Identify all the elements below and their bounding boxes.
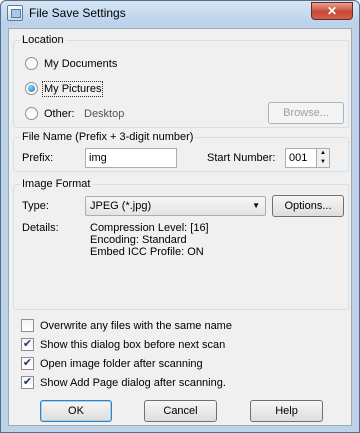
dialog-window: File Save Settings ✕ Location My Documen… (0, 0, 360, 433)
cancel-button[interactable]: Cancel (144, 400, 217, 422)
location-group-title: Location (20, 33, 66, 47)
file-name-group-title: File Name (Prefix + 3-digit number) (20, 130, 196, 144)
overwrite-checkbox[interactable] (21, 319, 34, 332)
help-button[interactable]: Help (250, 400, 323, 422)
my-pictures-radio[interactable] (25, 82, 38, 95)
app-icon (7, 5, 23, 21)
open-folder-checkbox[interactable]: ✔ (21, 357, 34, 370)
prefix-label: Prefix: (22, 152, 54, 164)
dialog-body: Location My Documents My Pictures Other:… (8, 28, 352, 426)
chevron-down-icon: ▼ (252, 201, 260, 210)
title-bar[interactable]: File Save Settings ✕ (1, 1, 359, 25)
options-button[interactable]: Options... (272, 195, 344, 217)
type-label: Type: (22, 200, 49, 212)
overwrite-label[interactable]: Overwrite any files with the same name (40, 319, 232, 333)
ok-button[interactable]: OK (40, 400, 112, 422)
open-folder-label[interactable]: Open image folder after scanning (40, 357, 203, 371)
my-pictures-label[interactable]: My Pictures (42, 81, 104, 97)
location-group: Location My Documents My Pictures Other:… (13, 33, 349, 128)
start-number-stepper[interactable]: ▲ ▼ (316, 148, 330, 168)
other-path-text: Desktop (84, 108, 125, 120)
browse-button[interactable]: Browse... (268, 102, 344, 124)
start-number-label: Start Number: (207, 152, 276, 164)
type-select[interactable]: JPEG (*.jpg) ▼ (85, 196, 266, 216)
other-radio[interactable] (25, 107, 38, 120)
prefix-input[interactable]: img (85, 148, 177, 168)
file-name-group: File Name (Prefix + 3-digit number) Pref… (13, 130, 349, 172)
show-add-page-label[interactable]: Show Add Page dialog after scanning. (40, 376, 226, 390)
image-format-group: Image Format Type: JPEG (*.jpg) ▼ Option… (13, 177, 349, 310)
other-label[interactable]: Other: (44, 107, 75, 121)
details-label: Details: (22, 222, 59, 234)
close-icon[interactable]: ✕ (311, 2, 353, 20)
type-select-value: JPEG (*.jpg) (90, 200, 152, 212)
show-add-page-checkbox[interactable]: ✔ (21, 376, 34, 389)
show-dialog-checkbox[interactable]: ✔ (21, 338, 34, 351)
image-format-group-title: Image Format (20, 177, 93, 191)
details-icc-profile: Embed ICC Profile: ON (90, 246, 204, 258)
window-title: File Save Settings (29, 6, 126, 20)
start-number-input[interactable]: 001 (285, 148, 317, 168)
my-documents-radio[interactable] (25, 57, 38, 70)
show-dialog-label[interactable]: Show this dialog box before next scan (40, 338, 225, 352)
my-documents-label[interactable]: My Documents (44, 57, 117, 71)
